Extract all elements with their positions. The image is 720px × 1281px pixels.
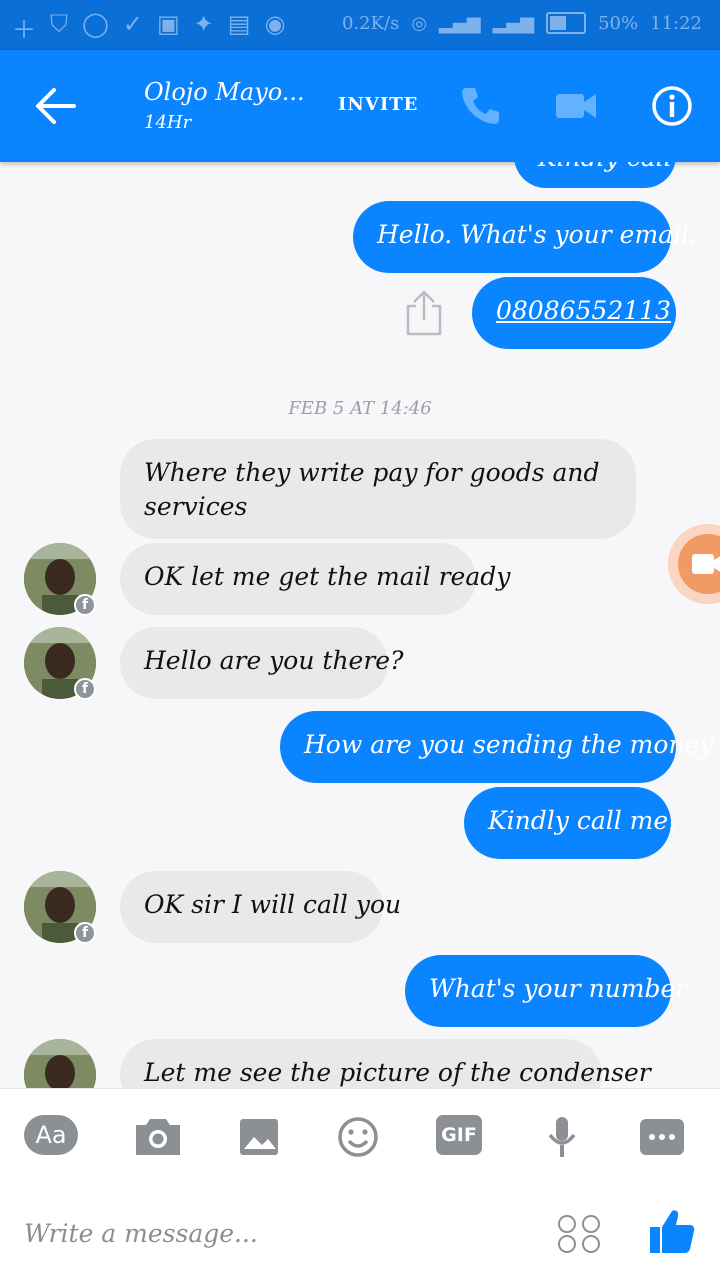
contact-name[interactable]: Olojo Mayo... — [144, 78, 305, 106]
aa-icon: Aa — [24, 1115, 78, 1155]
text-format-button[interactable]: Aa — [24, 1115, 80, 1159]
message-outgoing[interactable]: How are you sending the money — [280, 711, 713, 783]
dot — [649, 1134, 655, 1140]
signal-icon-2: ▂▄▆ — [492, 12, 535, 34]
system-status: 0.2K/s ◎ ▂▄▆ ▂▄▆ 50% 11:22 — [342, 12, 702, 34]
gallery-icon[interactable] — [232, 1115, 288, 1159]
gif-icon: GIF — [436, 1115, 482, 1155]
messenger-badge-icon: f — [74, 594, 96, 616]
back-arrow-icon[interactable] — [32, 84, 80, 128]
twitter-icon: ✦ — [193, 10, 214, 38]
message-incoming[interactable]: Let me see the picture of the condenser — [120, 1039, 651, 1088]
plus-icon: ＋ — [12, 16, 36, 44]
message-composer: Aa GIF Write a message... — [0, 1088, 720, 1281]
message-outgoing[interactable]: Hello. What's your email. — [353, 201, 697, 273]
dot — [659, 1134, 665, 1140]
video-chat-fab[interactable] — [668, 524, 720, 604]
video-chat-fab-inner — [678, 534, 720, 594]
notification-icons: ＋ ⛉ ◯ ✓ ▣ ✦ ▤ ◉ — [12, 10, 285, 45]
message-incoming[interactable]: Hello are you there? — [120, 627, 404, 699]
status-bar: ＋ ⛉ ◯ ✓ ▣ ✦ ▤ ◉ 0.2K/s ◎ ▂▄▆ ▂▄▆ 50% 11:… — [0, 0, 720, 50]
avatar[interactable] — [24, 1039, 96, 1088]
more-icon — [640, 1119, 684, 1155]
invite-button[interactable]: INVITE — [338, 94, 418, 115]
phone-number-link[interactable]: 08086552113 — [472, 277, 676, 349]
message-outgoing[interactable]: Kindly call — [514, 162, 676, 188]
dot — [669, 1134, 675, 1140]
message-incoming[interactable]: Where they write pay for goods and servi… — [120, 439, 636, 539]
battery-percent: 50% — [598, 12, 639, 34]
message-incoming[interactable]: OK let me get the mail ready — [120, 543, 510, 615]
sticker-icon[interactable] — [556, 1213, 602, 1255]
microphone-icon[interactable] — [534, 1115, 590, 1159]
image-icon: ▣ — [156, 10, 180, 38]
message-outgoing[interactable]: What's your number — [405, 955, 687, 1027]
phone-call-icon[interactable] — [458, 84, 502, 128]
message-list[interactable]: Kindly call Hello. What's your email. 08… — [0, 162, 720, 1088]
signal-icon: ▂▄▆ — [439, 12, 481, 34]
whatsapp-icon: ◯ — [82, 10, 109, 38]
conversation-header: Olojo Mayo... 14Hr INVITE — [0, 50, 720, 162]
message-line: Where they write pay for goods and — [144, 458, 600, 487]
more-options-button[interactable] — [640, 1115, 696, 1159]
video-call-icon[interactable] — [554, 88, 598, 124]
messenger-badge-icon: f — [74, 678, 96, 700]
camera-icon[interactable] — [130, 1115, 186, 1159]
message-incoming[interactable]: OK sir I will call you — [120, 871, 401, 943]
emoji-icon[interactable] — [330, 1115, 386, 1159]
contact-photo — [24, 1039, 96, 1088]
shield-icon: ⛉ — [50, 10, 68, 38]
message-line: services — [144, 492, 248, 521]
network-speed: 0.2K/s — [341, 12, 400, 34]
message-outgoing[interactable]: Kindly call me. — [464, 787, 676, 859]
message-input[interactable]: Write a message... — [24, 1219, 258, 1248]
gif-button[interactable]: GIF — [436, 1115, 492, 1159]
check-icon: ✓ — [122, 10, 143, 38]
date-separator: FEB 5 AT 14:46 — [288, 398, 432, 419]
info-icon[interactable] — [650, 84, 694, 128]
message-icon: ▤ — [227, 10, 251, 38]
hotspot-icon: ◎ — [411, 12, 428, 34]
video-camera-icon — [692, 554, 720, 574]
battery-icon — [546, 12, 587, 34]
active-status: 14Hr — [144, 112, 192, 133]
opera-icon: ◉ — [264, 10, 286, 38]
clock: 11:22 — [650, 12, 702, 34]
thumbs-up-icon[interactable] — [648, 1207, 696, 1255]
messenger-badge-icon: f — [74, 922, 96, 944]
share-icon[interactable] — [402, 288, 446, 338]
